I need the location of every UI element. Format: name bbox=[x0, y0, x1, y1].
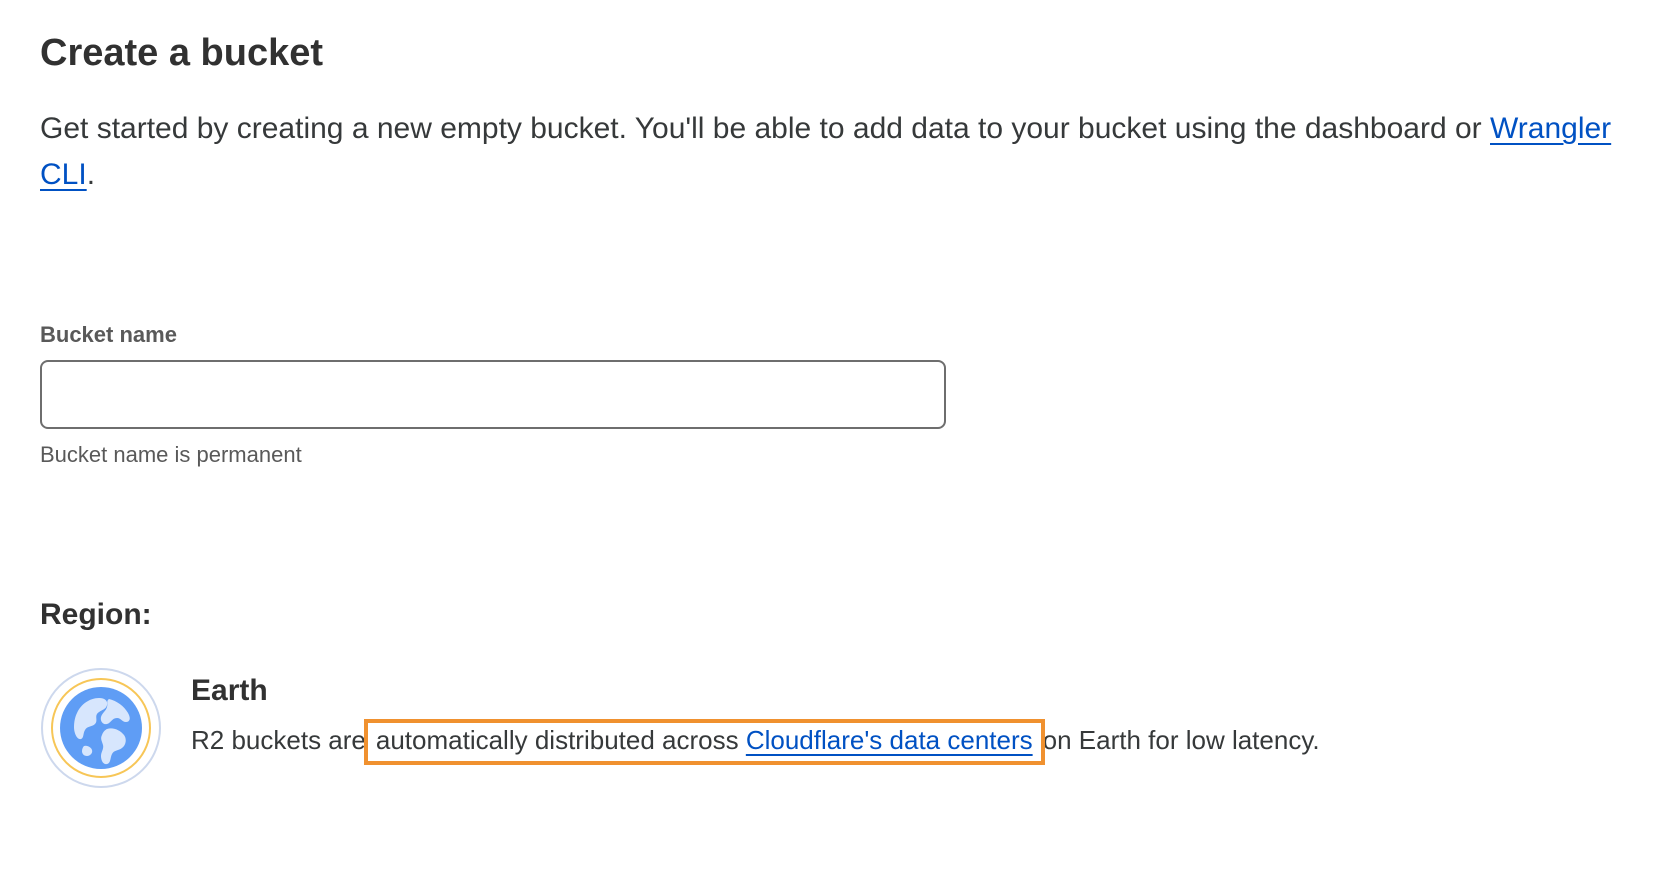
cloudflare-data-centers-link[interactable]: Cloudflare's data centers bbox=[746, 725, 1033, 755]
intro-text: Get started by creating a new empty buck… bbox=[40, 106, 1620, 198]
create-bucket-page: Create a bucket Get started by creating … bbox=[40, 0, 1640, 892]
region-name: Earth bbox=[191, 674, 268, 707]
page-title: Create a bucket bbox=[40, 32, 324, 74]
region-desc-start: R2 buckets are bbox=[191, 725, 366, 755]
intro-end-punctuation: . bbox=[86, 158, 96, 191]
region-description: R2 buckets are automatically distributed … bbox=[191, 719, 1320, 765]
globe-icon bbox=[40, 667, 162, 789]
highlighted-text-box: automatically distributed across Cloudfl… bbox=[363, 719, 1045, 765]
bucket-name-label: Bucket name bbox=[40, 322, 177, 347]
bucket-name-input[interactable] bbox=[40, 360, 946, 429]
region-heading: Region: bbox=[40, 598, 152, 631]
intro-text-content: Get started by creating a new empty buck… bbox=[40, 112, 1482, 145]
region-desc-end: on Earth for low latency. bbox=[1042, 725, 1320, 755]
bucket-name-help: Bucket name is permanent bbox=[40, 442, 302, 467]
region-desc-highlight: automatically distributed across bbox=[375, 725, 739, 755]
